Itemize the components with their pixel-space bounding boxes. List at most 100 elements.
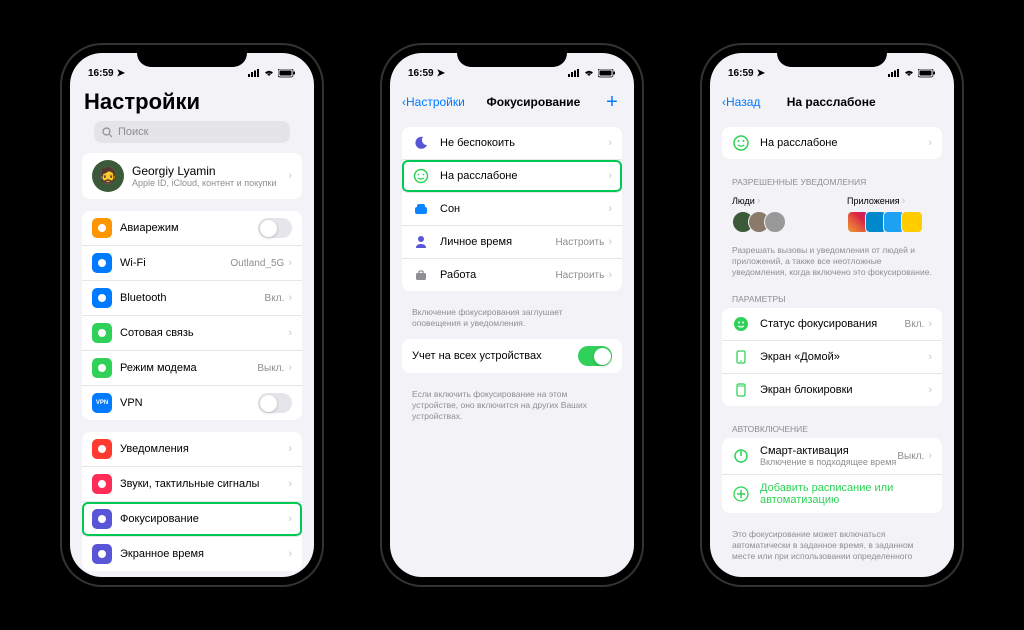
battery-icon [278,69,296,78]
focus-icon [412,200,430,218]
chevron-icon: › [288,513,292,525]
row-label: Личное время [440,236,555,248]
add-schedule-row[interactable]: Добавить расписание или автоматизацию [722,475,942,513]
param-row[interactable]: Экран блокировки› [722,374,942,406]
apps-label: Приложения [847,196,900,206]
home-indicator[interactable] [467,577,557,581]
share-toggle[interactable] [578,346,612,366]
allowed-apps[interactable]: Приложения › [847,195,932,233]
row-value: Настроить [555,237,604,248]
row-label: Экран блокировки [760,384,928,396]
row-value: Вкл. [265,293,285,304]
home-indicator[interactable] [787,577,877,581]
settings-row[interactable]: Фокусирование› [82,502,302,537]
row-label: VPN [120,397,258,409]
focus-icon [412,167,430,185]
row-label: Экранное время [120,548,288,560]
focus-icon [412,134,430,152]
focus-row[interactable]: На расслабоне› [402,160,622,193]
focus-row[interactable]: Сон› [402,193,622,226]
plus-circle-icon [732,485,750,503]
settings-row[interactable]: VPN VPN [82,386,302,420]
phone-focus-detail: 16:59➤ ‹ Назад На расслабоне На расслабо… [702,45,962,585]
people-label: Люди [732,196,755,206]
back-button[interactable]: ‹ Настройки [402,95,465,109]
add-button[interactable]: + [602,91,622,114]
toggle[interactable] [258,218,292,238]
param-icon [732,348,750,366]
nav-bar: ‹ Назад На расслабоне [710,85,954,119]
row-icon [92,358,112,378]
row-label: Сон [440,203,608,215]
chevron-icon: › [288,548,292,560]
chevron-icon: › [288,327,292,339]
status-icons [248,69,296,78]
row-label: Работа [440,269,555,281]
chevron-icon: › [928,384,932,396]
settings-row[interactable]: Звуки, тактильные сигналы› [82,467,302,502]
settings-row[interactable]: BluetoothВкл.› [82,281,302,316]
wifi-icon [263,69,275,77]
row-label: Авиарежим [120,222,258,234]
profile-sub: Apple ID, iCloud, контент и покупки [132,178,288,188]
row-label: Экран «Домой» [760,351,928,363]
search-input[interactable]: Поиск [94,121,290,143]
row-label: Уведомления [120,443,288,455]
back-label: Назад [726,95,760,109]
settings-row[interactable]: Сотовая связь› [82,316,302,351]
row-label: Bluetooth [120,292,265,304]
status-icons [888,69,936,78]
share-label: Учет на всех устройствах [412,350,578,362]
avatar: 🧔 [92,160,124,192]
settings-row[interactable]: Wi-FiOutland_5G› [82,246,302,281]
row-label: На расслабоне [760,137,928,149]
section-header: ПАРАМЕТРЫ [722,288,942,308]
focus-name-row[interactable]: На расслабоне › [722,127,942,159]
chevron-icon: › [608,137,612,149]
chevron-icon: › [928,137,932,149]
settings-row[interactable]: Режим модемаВыкл.› [82,351,302,386]
footer-text: Если включить фокусирование на этом устр… [402,385,622,432]
settings-row[interactable]: Экранное время› [82,537,302,571]
footer-text: Включение фокусирования заглушает оповещ… [402,303,622,339]
focus-row[interactable]: Не беспокоить› [402,127,622,160]
settings-row[interactable]: Авиарежим [82,211,302,246]
row-icon: VPN [92,393,112,413]
focus-row[interactable]: Личное времяНастроить› [402,226,622,259]
signal-icon [248,69,260,77]
focus-row[interactable]: РаботаНастроить› [402,259,622,291]
chevron-icon: › [608,203,612,215]
row-value: Outland_5G [230,258,284,269]
smart-activation-row[interactable]: Смарт-активация Включение в подходящее в… [722,438,942,475]
footer-text: Это фокусирование может включаться автом… [722,525,942,572]
status-time: 16:59 [728,68,754,79]
phone-focus-list: 16:59➤ ‹ Настройки Фокусирование + Не бе… [382,45,642,585]
param-row[interactable]: Статус фокусированияВкл.› [722,308,942,341]
chevron-icon: › [288,257,292,269]
row-value: Вкл. [905,319,925,330]
row-value: Выкл. [257,363,284,374]
nav-title: На расслабоне [760,95,902,109]
screen: 16:59➤ ‹ Назад На расслабоне На расслабо… [710,53,954,577]
row-icon [92,218,112,238]
back-button[interactable]: ‹ Назад [722,95,760,109]
param-row[interactable]: Экран «Домой»› [722,341,942,374]
chevron-icon: › [902,195,906,207]
share-row[interactable]: Учет на всех устройствах [402,339,622,373]
row-label: Звуки, тактильные сигналы [120,478,288,490]
toggle[interactable] [258,393,292,413]
row-icon [92,439,112,459]
home-indicator[interactable] [147,577,237,581]
settings-row[interactable]: Уведомления› [82,432,302,467]
screen: 16:59➤ ‹ Настройки Фокусирование + Не бе… [390,53,634,577]
row-label: На расслабоне [440,170,608,182]
chevron-icon: › [288,362,292,374]
row-icon [92,544,112,564]
location-icon: ➤ [117,68,125,79]
allowed-people[interactable]: Люди › [732,195,817,233]
row-label: Фокусирование [120,513,288,525]
notch [777,45,887,67]
notch [137,45,247,67]
location-icon: ➤ [437,68,445,79]
profile-row[interactable]: 🧔 Georgiy Lyamin Apple ID, iCloud, конте… [82,153,302,199]
